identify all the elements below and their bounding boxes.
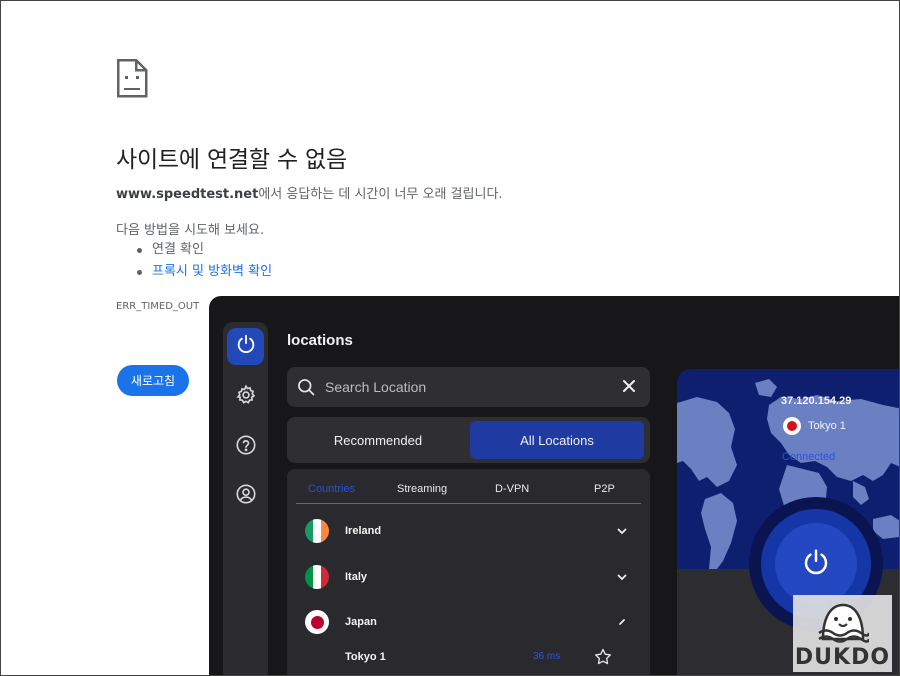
power-icon (801, 547, 831, 582)
star-icon[interactable] (593, 647, 613, 672)
suggestion-check-connection: 연결 확인 (136, 240, 272, 262)
ip-address: 37.120.154.29 (781, 395, 852, 407)
panel-title: locations (287, 332, 353, 349)
reload-button[interactable]: 새로고침 (117, 365, 189, 396)
sidebar-account-button[interactable] (227, 478, 264, 515)
segment-recommended[interactable]: Recommended (291, 421, 465, 459)
connected-location: Tokyo 1 (808, 420, 846, 432)
error-code: ERR_TIMED_OUT (116, 301, 200, 312)
close-icon[interactable] (622, 379, 636, 398)
sad-page-icon (116, 58, 148, 98)
chevron-up-icon[interactable] (616, 615, 628, 633)
country-row-italy[interactable]: Italy (287, 558, 650, 598)
power-icon (235, 333, 257, 360)
search-icon (296, 377, 316, 402)
watermark-logo: DUKDO (793, 595, 892, 672)
watermark-text: DUKDO (794, 645, 891, 670)
country-name: Japan (345, 616, 377, 628)
tab-countries[interactable]: Countries (308, 483, 355, 495)
try-heading: 다음 방법을 시도해 보세요. (116, 223, 265, 238)
chevron-down-icon[interactable] (616, 570, 628, 588)
suggestion-list: 연결 확인 프록시 및 방화벽 확인 (136, 240, 272, 284)
city-name: Tokyo 1 (345, 651, 386, 663)
search-box (287, 367, 650, 407)
power-button-inner (775, 523, 857, 605)
error-host: www.speedtest.net (116, 187, 259, 202)
gear-icon (235, 384, 257, 411)
location-tabs: Countries Streaming D-VPN P2P (296, 469, 641, 504)
error-description: www.speedtest.net에서 응답하는 데 시간이 너무 오래 걸립니… (116, 183, 503, 202)
country-name: Ireland (345, 525, 382, 537)
country-name: Italy (345, 571, 368, 583)
location-segment-control: Recommended All Locations (287, 417, 650, 463)
japan-location-marker-icon (783, 417, 801, 435)
location-list: Countries Streaming D-VPN P2P Ireland It… (287, 469, 650, 676)
country-row-japan[interactable]: Japan (287, 603, 650, 643)
sidebar-power-button[interactable] (227, 328, 264, 365)
chevron-down-icon[interactable] (616, 524, 628, 542)
japan-flag-icon (305, 610, 329, 634)
sidebar-settings-button[interactable] (227, 379, 264, 416)
search-input[interactable] (325, 367, 615, 407)
city-row-tokyo-1[interactable]: Tokyo 1 36 ms (287, 643, 650, 673)
duck-mascot-icon (818, 603, 869, 643)
ireland-flag-icon (305, 519, 329, 543)
sidebar-help-button[interactable] (227, 429, 264, 466)
segment-all-locations[interactable]: All Locations (470, 421, 644, 459)
account-icon (235, 483, 257, 510)
suggestion-check-proxy-link[interactable]: 프록시 및 방화벽 확인 (136, 262, 272, 284)
italy-flag-icon (305, 565, 329, 589)
help-icon (235, 434, 257, 461)
city-ping: 36 ms (533, 651, 561, 662)
connection-status: Connected (782, 451, 836, 463)
tab-p2p[interactable]: P2P (594, 483, 615, 495)
vpn-sidebar (223, 322, 268, 676)
country-row-ireland[interactable]: Ireland (287, 512, 650, 552)
tab-streaming[interactable]: Streaming (397, 483, 447, 495)
error-description-text: 에서 응답하는 데 시간이 너무 오래 걸립니다. (258, 187, 503, 202)
error-title: 사이트에 연결할 수 없음 (116, 147, 347, 173)
tab-d-vpn[interactable]: D-VPN (495, 483, 529, 495)
